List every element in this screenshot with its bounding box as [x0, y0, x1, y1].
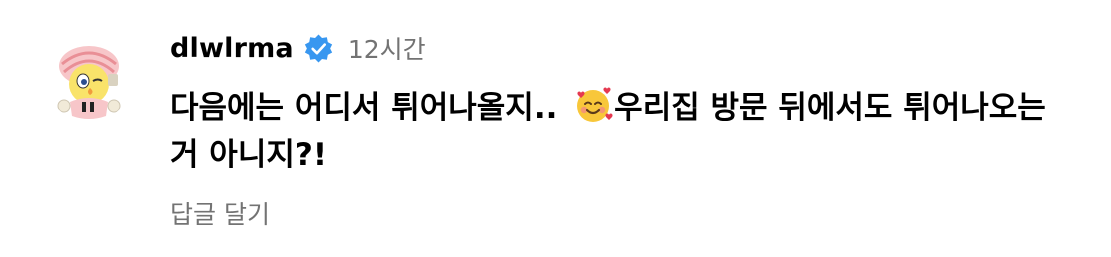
comment-text-part: 다음에는 어디서 튀어나올지..	[170, 90, 569, 126]
comment-header: dlwlrma 12시간	[170, 28, 1070, 68]
comment-text: 다음에는 어디서 튀어나올지.. 우리집 방문 뒤에서도 튀어나오는 거 아니지…	[170, 85, 1070, 179]
comment-body: dlwlrma 12시간 다음에는 어디서 튀어나올지.. 우리집 방문 뒤에서…	[170, 28, 1070, 231]
reply-button[interactable]: 답글 달기	[170, 195, 270, 231]
avatar[interactable]	[46, 36, 132, 122]
verified-badge-icon	[304, 34, 332, 62]
comment: dlwlrma 12시간 다음에는 어디서 튀어나올지.. 우리집 방문 뒤에서…	[0, 0, 1111, 257]
smiling-face-with-hearts-icon	[577, 87, 613, 122]
cartoon-bird-avatar-icon	[57, 46, 121, 119]
timestamp[interactable]: 12시간	[348, 30, 426, 66]
username-link[interactable]: dlwlrma	[170, 33, 294, 64]
